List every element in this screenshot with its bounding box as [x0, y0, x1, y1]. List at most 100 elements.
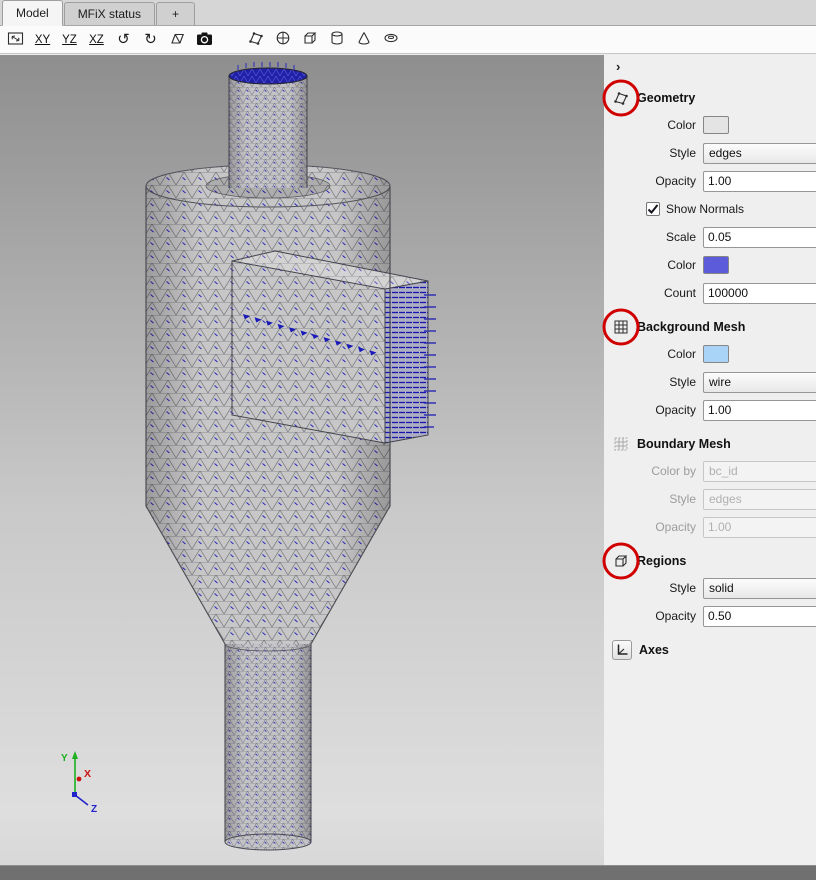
normals-color-swatch[interactable]	[703, 256, 729, 274]
geometry-color-swatch[interactable]	[703, 116, 729, 134]
geometry-icon[interactable]	[612, 89, 630, 107]
boundary-mesh-style-dropdown: edges	[703, 489, 816, 510]
add-cylinder-button[interactable]	[327, 29, 346, 51]
boundary-mesh-color-by-value: bc_id	[709, 464, 738, 478]
geometry-style-label: Style	[638, 146, 696, 160]
tab-mfix-status-label: MFiX status	[78, 7, 141, 21]
view-toolbar: XY YZ XZ ↺ ↻	[0, 26, 816, 54]
background-mesh-opacity-input[interactable]	[704, 401, 816, 420]
axes-icon	[615, 643, 629, 657]
axis-x-label: X	[84, 768, 91, 780]
sphere-icon	[275, 30, 291, 49]
section-background-mesh: Background Mesh Color Style wire Opacity	[612, 317, 816, 421]
background-mesh-icon[interactable]	[612, 318, 630, 336]
camera-icon	[196, 31, 213, 49]
section-geometry: Geometry Color Style edges Opacity	[612, 88, 816, 304]
plus-icon: +	[172, 7, 179, 21]
cylinder-icon	[329, 30, 345, 49]
background-mesh-color-label: Color	[638, 347, 696, 361]
add-box-button[interactable]	[300, 29, 319, 51]
normals-color-label: Color	[638, 258, 696, 272]
viewport-canvas: Y X Z	[0, 55, 604, 880]
background-mesh-style-dropdown[interactable]: wire	[703, 372, 816, 393]
torus-icon	[383, 30, 399, 49]
add-torus-button[interactable]	[381, 29, 400, 51]
add-sphere-button[interactable]	[273, 29, 292, 51]
new-tab-button[interactable]: +	[156, 2, 195, 25]
background-mesh-color-swatch[interactable]	[703, 345, 729, 363]
geometry-opacity-label: Opacity	[638, 174, 696, 188]
reset-view-icon	[7, 31, 24, 49]
regions-style-label: Style	[638, 581, 696, 595]
normals-count-label: Count	[638, 286, 696, 300]
regions-opacity-spinbox[interactable]	[703, 606, 816, 627]
tab-mfix-status[interactable]: MFiX status	[64, 2, 155, 25]
axis-y-label: Y	[61, 753, 68, 764]
axes-icon-button[interactable]	[612, 640, 632, 660]
geometry-opacity-spinbox[interactable]	[703, 171, 816, 192]
box-icon	[302, 30, 318, 49]
rotate-left-button[interactable]: ↺	[114, 29, 133, 51]
regions-opacity-input[interactable]	[704, 607, 816, 626]
normals-scale-label: Scale	[638, 230, 696, 244]
background-mesh-style-value: wire	[709, 375, 731, 389]
geometry-opacity-input[interactable]	[704, 172, 816, 191]
check-icon	[647, 203, 659, 215]
regions-title: Regions	[637, 554, 816, 568]
boundary-mesh-opacity-spinbox	[703, 517, 816, 538]
reset-view-button[interactable]	[6, 29, 25, 51]
background-mesh-style-label: Style	[638, 375, 696, 389]
view-xz-button[interactable]: XZ	[87, 29, 106, 51]
tab-model[interactable]: Model	[2, 0, 63, 26]
panel-expand-button[interactable]: ›	[612, 57, 816, 75]
geometry-header[interactable]: Geometry	[612, 88, 816, 108]
boundary-mesh-opacity-input	[704, 518, 816, 537]
add-cone-button[interactable]	[354, 29, 373, 51]
boundary-mesh-header[interactable]: Boundary Mesh	[612, 434, 816, 454]
boundary-mesh-color-by-label: Color by	[638, 464, 696, 478]
tab-model-label: Model	[16, 6, 49, 20]
viewport-3d[interactable]: Y X Z	[0, 55, 604, 880]
view-yz-button[interactable]: YZ	[60, 29, 79, 51]
section-boundary-mesh: Boundary Mesh Color by bc_id Style edges	[612, 434, 816, 538]
regions-opacity-label: Opacity	[638, 609, 696, 623]
show-normals-label: Show Normals	[666, 202, 744, 216]
visualization-panel: › Geometry Color Style	[604, 55, 816, 880]
axes-title: Axes	[639, 643, 816, 657]
view-xy-button[interactable]: XY	[33, 29, 52, 51]
boundary-mesh-title: Boundary Mesh	[637, 437, 816, 451]
boundary-mesh-icon[interactable]	[612, 435, 630, 453]
section-regions: Regions Style solid Opacity	[612, 551, 816, 627]
boundary-mesh-opacity-label: Opacity	[638, 520, 696, 534]
perspective-icon	[169, 31, 186, 49]
normals-count-input[interactable]	[703, 283, 816, 304]
window-bottom-strip	[0, 865, 816, 880]
background-mesh-header[interactable]: Background Mesh	[612, 317, 816, 337]
rotate-right-button[interactable]: ↻	[141, 29, 160, 51]
mfix-main-window: Model MFiX status + XY YZ XZ ↺ ↻	[0, 0, 816, 880]
geometry-style-value: edges	[709, 146, 742, 160]
boundary-mesh-style-value: edges	[709, 492, 742, 506]
background-mesh-title: Background Mesh	[637, 320, 816, 334]
toggle-geometry-button[interactable]	[246, 29, 265, 51]
show-normals-checkbox[interactable]	[646, 202, 660, 216]
boundary-mesh-style-label: Style	[638, 492, 696, 506]
section-axes: Axes	[612, 640, 816, 660]
geometry-style-dropdown[interactable]: edges	[703, 143, 816, 164]
axis-z-label: Z	[91, 804, 97, 815]
screenshot-button[interactable]	[195, 29, 214, 51]
regions-header[interactable]: Regions	[612, 551, 816, 571]
perspective-button[interactable]	[168, 29, 187, 51]
background-mesh-opacity-spinbox[interactable]	[703, 400, 816, 421]
regions-style-dropdown[interactable]: solid	[703, 578, 816, 599]
regions-style-value: solid	[709, 581, 734, 595]
rotate-right-icon: ↻	[144, 32, 157, 47]
regions-icon[interactable]	[612, 552, 630, 570]
cone-icon	[356, 30, 372, 49]
rotate-left-icon: ↺	[117, 32, 130, 47]
tab-bar: Model MFiX status +	[0, 0, 816, 26]
geometry-title: Geometry	[637, 91, 816, 105]
boundary-mesh-color-by-dropdown: bc_id	[703, 461, 816, 482]
axes-header[interactable]: Axes	[612, 640, 816, 660]
normals-scale-input[interactable]	[703, 227, 816, 248]
